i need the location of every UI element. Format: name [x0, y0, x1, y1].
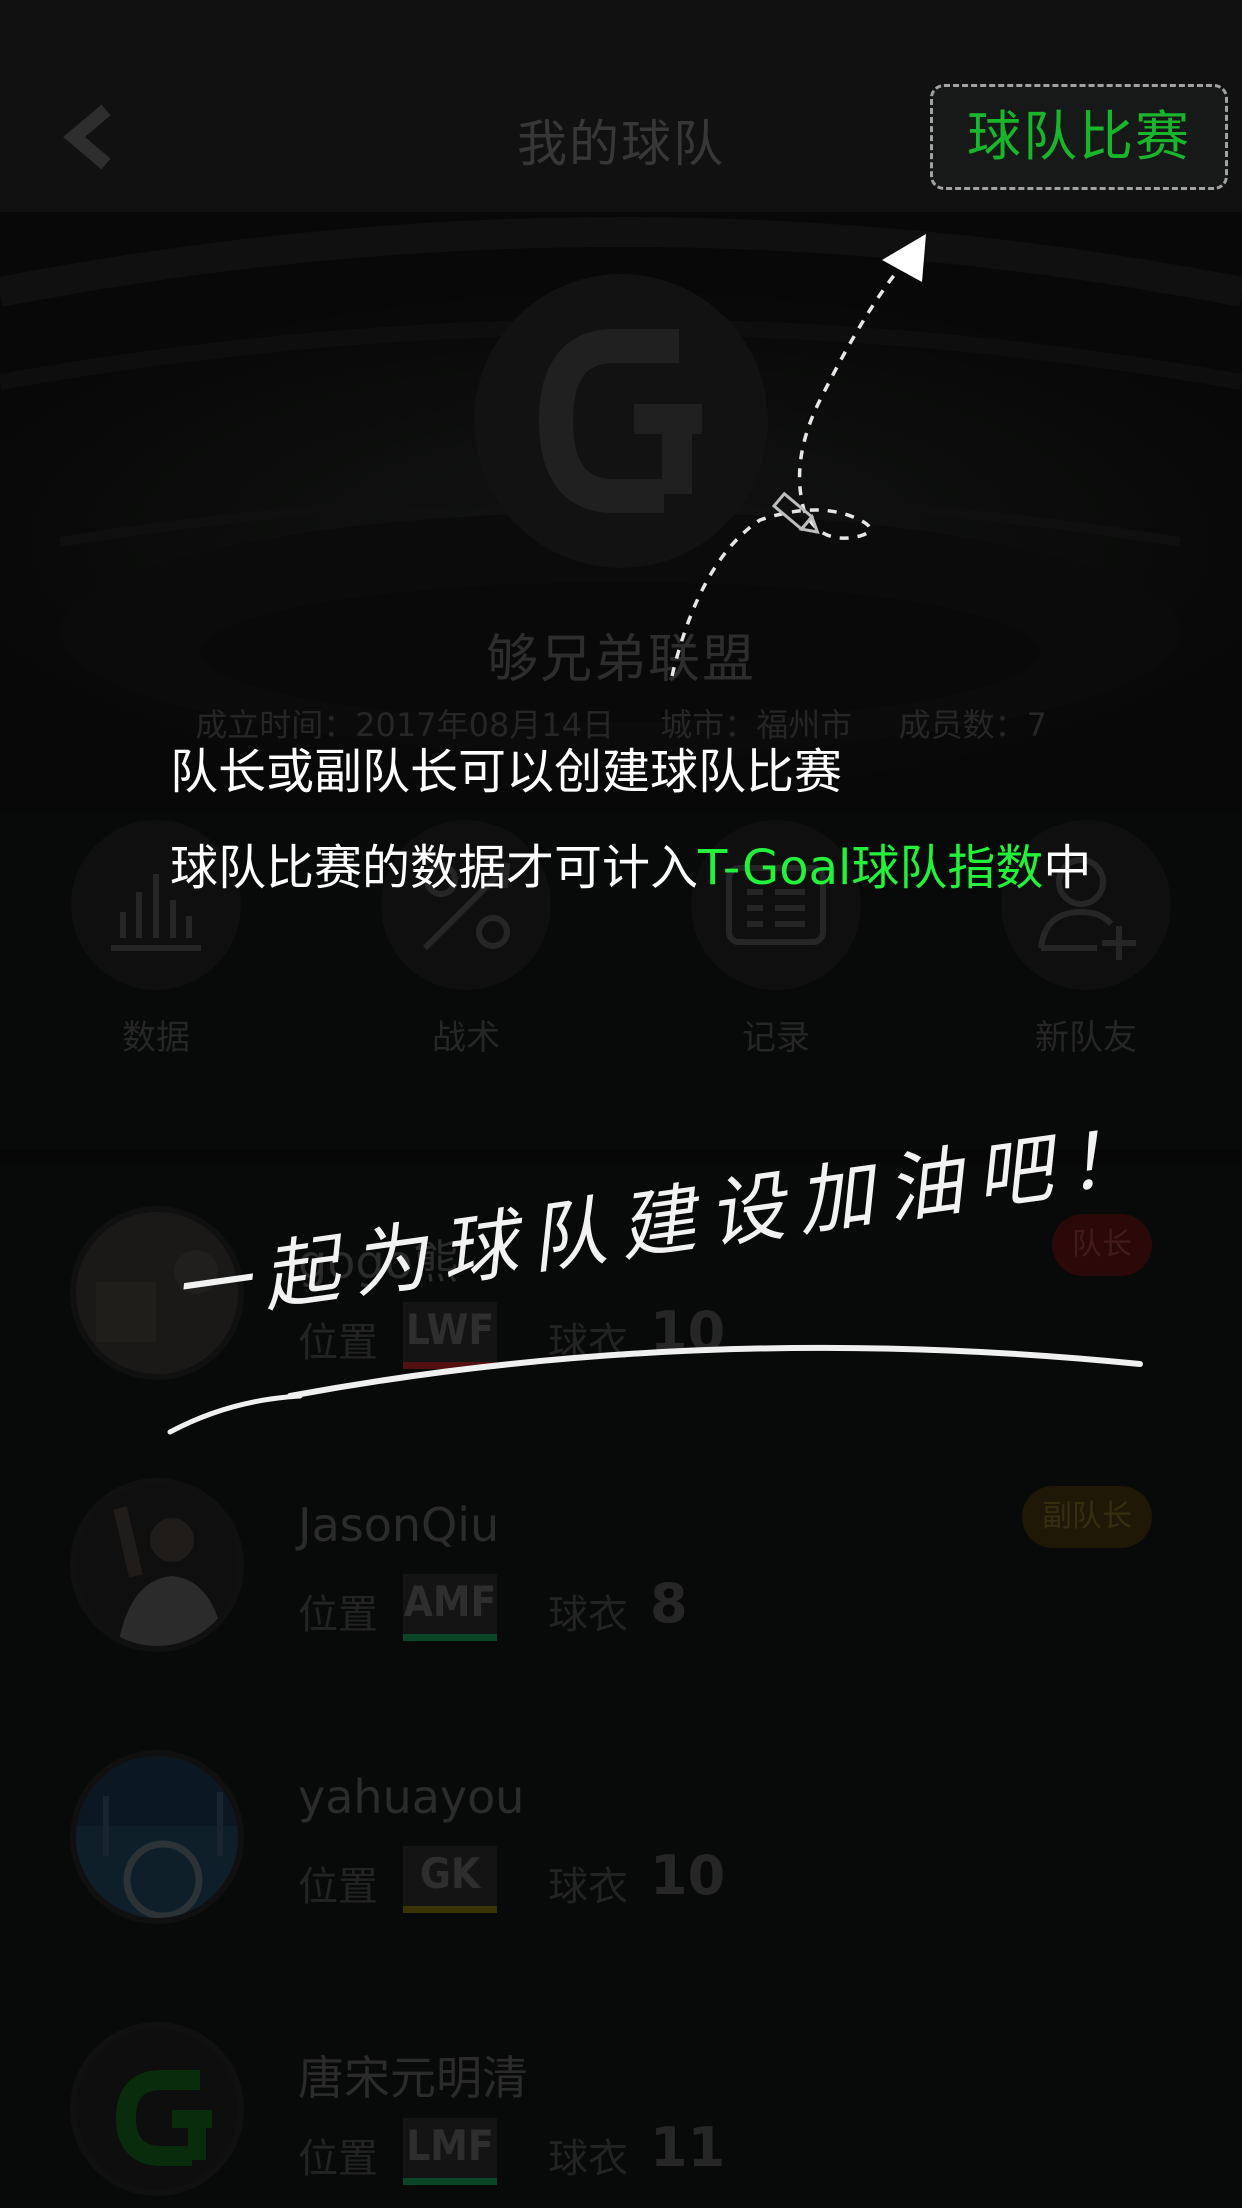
guide-tip-line-1: 队长或副队长可以创建球队比赛	[170, 744, 843, 800]
tip-suffix: 中	[1043, 840, 1092, 896]
guide-tip-line-2: 球队比赛的数据才可计入T-Goal球队指数中	[170, 828, 1091, 898]
tip-highlight: T-Goal球队指数	[698, 840, 1044, 896]
team-screen: 我的球队 球队比赛 够兄弟联盟 成立时间：2017年08月14日 城市：福州市 …	[0, 0, 1242, 2208]
pencil-icon	[771, 491, 820, 534]
tip-prefix: 球队比赛的数据才可计入	[170, 840, 699, 896]
slogan-underline	[287, 1344, 1143, 1399]
arrow-head-icon	[882, 234, 926, 282]
